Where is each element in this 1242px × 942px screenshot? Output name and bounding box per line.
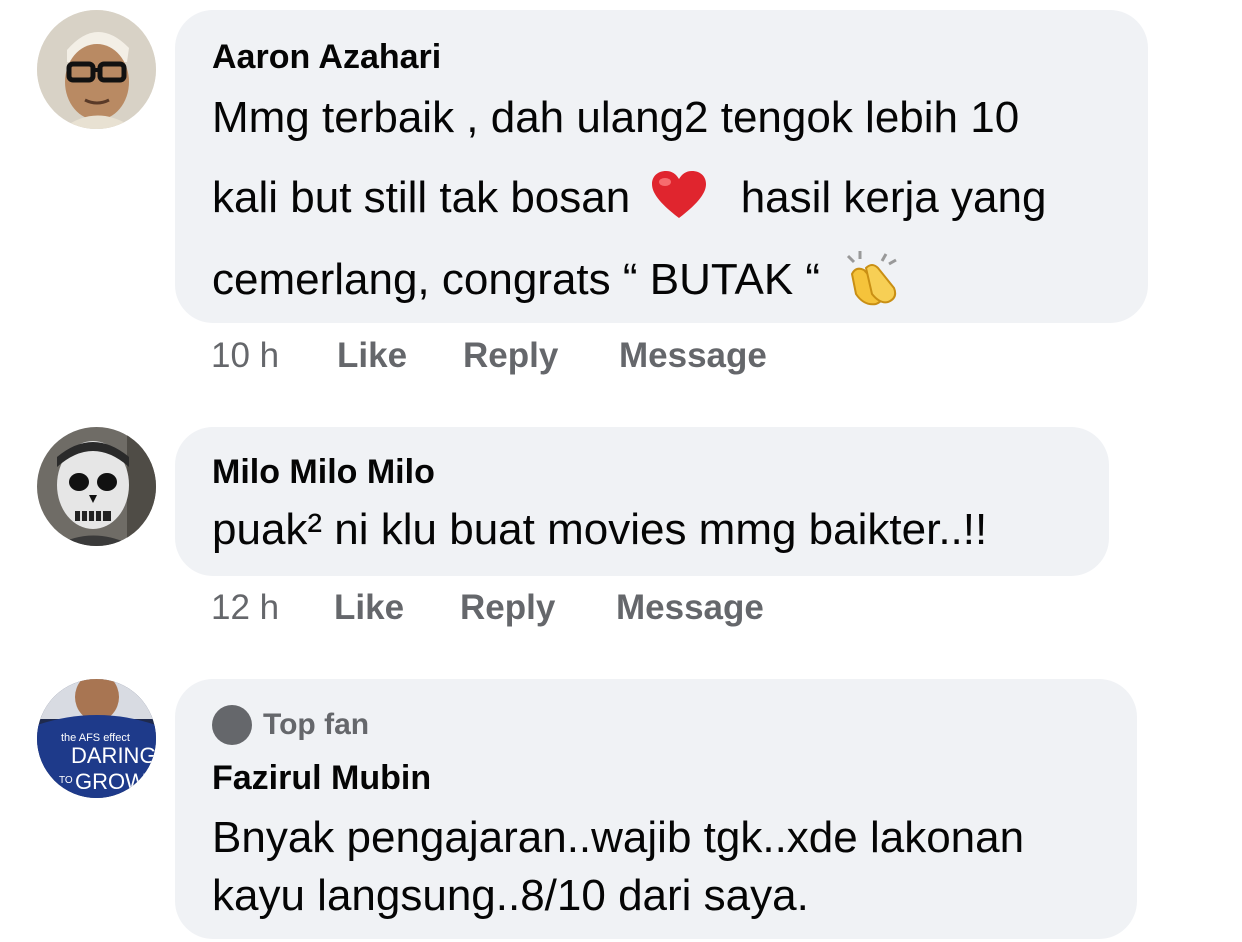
message-button[interactable]: Message [616,588,764,628]
comment-bubble: Top fan Fazirul Mubin Bnyak pengajaran..… [175,679,1137,939]
comment-text-line: kali but still tak bosan hasil kerja yan… [212,170,1046,223]
reply-button[interactable]: Reply [460,588,555,628]
comment-bubble: Aaron Azahari Mmg terbaik , dah ulang2 t… [175,10,1148,323]
comment-text-line: Mmg terbaik , dah ulang2 tengok lebih 10 [212,93,1020,142]
reply-button[interactable]: Reply [463,336,558,376]
comment-text-line: puak² ni klu buat movies mmg baikter..!! [212,505,988,554]
comment-author[interactable]: Fazirul Mubin [212,759,431,798]
svg-text:TO: TO [59,775,73,786]
comment-author[interactable]: Aaron Azahari [212,38,441,77]
svg-text:GROW: GROW [75,769,146,794]
svg-text:DARING: DARING [71,743,156,768]
comment-bubble: Milo Milo Milo puak² ni klu buat movies … [175,427,1109,576]
comment-text-line: Bnyak pengajaran..wajib tgk..xde lakonan [212,813,1025,862]
top-fan-badge-icon [212,705,252,745]
avatar[interactable] [37,10,156,129]
comment-timestamp[interactable]: 12 h [211,588,279,628]
heart-emoji-icon [650,170,708,220]
message-button[interactable]: Message [619,336,767,376]
top-fan-label: Top fan [263,708,370,741]
comment-text-line: cemerlang, congrats “ BUTAK “ [212,250,902,306]
comment-text-line: kayu langsung..8/10 dari saya. [212,871,809,920]
like-button[interactable]: Like [334,588,404,628]
avatar[interactable]: the AFS effect DARING TO GROW [37,679,156,798]
avatar[interactable] [37,427,156,546]
comment-timestamp[interactable]: 10 h [211,336,279,376]
comment-author[interactable]: Milo Milo Milo [212,453,435,492]
like-button[interactable]: Like [337,336,407,376]
clapping-hands-emoji-icon [842,250,902,306]
